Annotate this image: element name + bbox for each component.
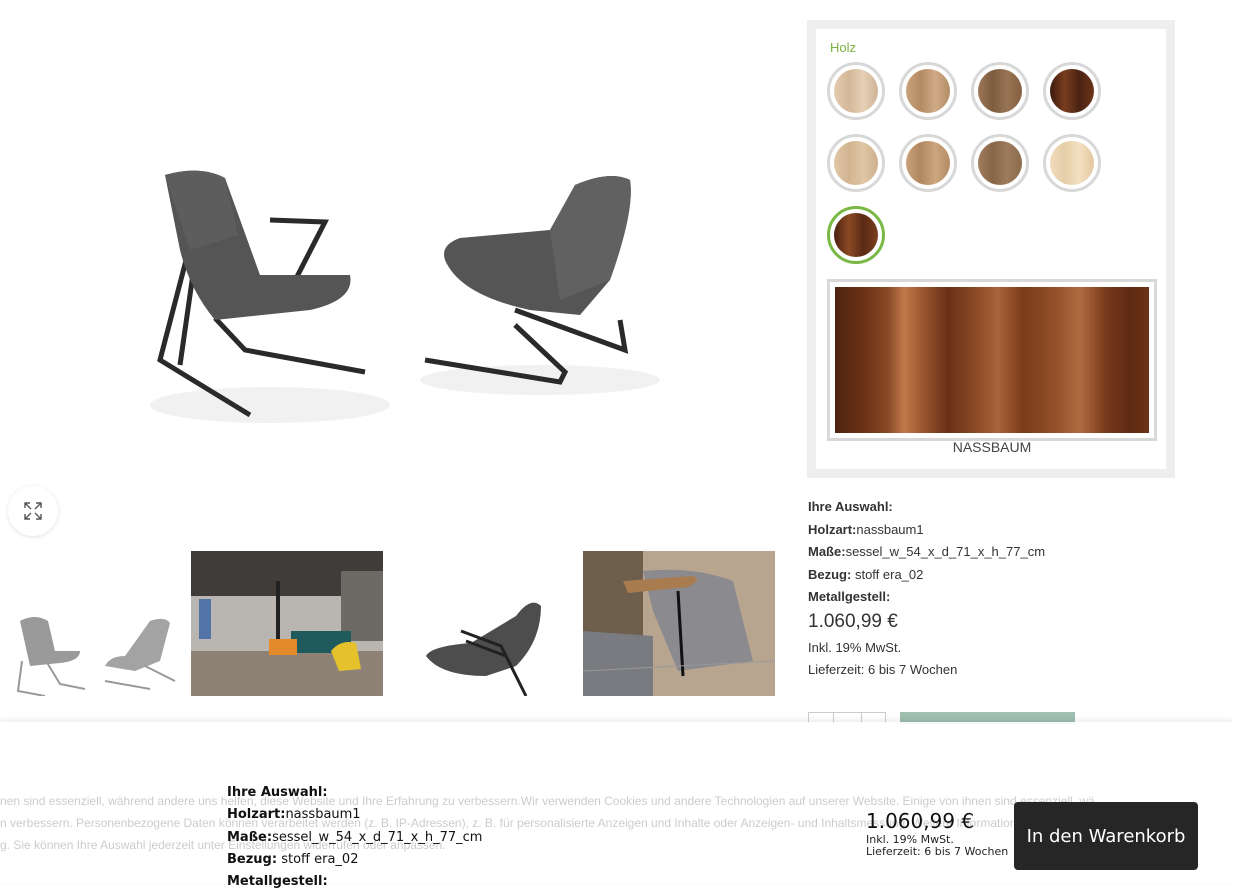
wood-texture-5 — [834, 141, 878, 185]
thumbnail-3[interactable] — [391, 551, 575, 696]
main-product-image — [120, 150, 680, 450]
wood-option-panel: Holz NASSBAUM — [807, 20, 1175, 478]
wood-texture-1 — [834, 69, 878, 113]
sticky-masse-value: sessel_w_54_x_d_71_x_h_77_cm — [272, 829, 483, 845]
thumbnail-2[interactable] — [191, 551, 383, 696]
wood-texture-7 — [978, 141, 1022, 185]
sticky-cart-bar: nen sind essenziell, während andere uns … — [0, 722, 1233, 889]
sticky-delivery-time: Lieferzeit: 6 bis 7 Wochen — [866, 845, 1009, 858]
swatch-eiche-geraeuchert[interactable] — [971, 134, 1029, 192]
sticky-bezug-value: stoff era_02 — [277, 851, 359, 867]
swatch-ahorn[interactable] — [827, 62, 885, 120]
holzart-value: nassbaum1 — [856, 521, 924, 537]
holzart-label: Holzart: — [808, 521, 857, 537]
wood-texture-4 — [1050, 69, 1094, 113]
thumbnail-1[interactable] — [0, 551, 183, 696]
wood-texture-8 — [1050, 141, 1094, 185]
masse-value: sessel_w_54_x_d_71_x_h_77_cm — [845, 544, 1046, 559]
sticky-selection-heading: Ihre Auswahl: — [227, 785, 328, 800]
swatch-nassbaum[interactable] — [827, 206, 885, 264]
wood-preview-texture — [835, 287, 1149, 433]
sticky-selection-summary: Ihre Auswahl: Holzart:nassbaum1 Maße:ses… — [227, 782, 482, 893]
swatch-birke[interactable] — [1043, 134, 1101, 192]
wood-texture-2 — [906, 69, 950, 113]
wood-texture-3 — [978, 69, 1022, 113]
sticky-bezug-label: Bezug: — [227, 851, 278, 867]
sticky-price: 1.060,99 € — [866, 809, 975, 833]
sticky-holzart-value: nassbaum1 — [285, 807, 361, 823]
selection-summary: Ihre Auswahl: Holzart:nassbaum1 Maße:ses… — [808, 496, 1045, 609]
expand-icon — [24, 502, 42, 520]
thumbnail-4[interactable] — [583, 551, 775, 696]
wood-texture-9 — [834, 213, 878, 257]
sticky-metallgestell-label: Metallgestell: — [227, 874, 328, 890]
metallgestell-label: Metallgestell: — [808, 589, 891, 604]
masse-label: Maße: — [808, 544, 846, 559]
bezug-value: stoff era_02 — [851, 566, 924, 582]
wood-group-label: Holz — [830, 40, 857, 55]
wood-preview — [827, 279, 1157, 441]
sticky-masse-label: Maße: — [227, 829, 273, 845]
swatch-eiche-hell[interactable] — [827, 134, 885, 192]
swatch-eiche-dunkel[interactable] — [971, 62, 1029, 120]
zoom-button[interactable] — [8, 486, 58, 536]
delivery-time: Lieferzeit: 6 bis 7 Wochen — [808, 662, 958, 677]
wood-preview-label: NASSBAUM — [952, 439, 1032, 455]
price: 1.060,99 € — [808, 611, 898, 632]
wood-texture-6 — [906, 141, 950, 185]
selection-heading: Ihre Auswahl: — [808, 499, 893, 514]
bezug-label: Bezug: — [808, 566, 852, 582]
swatch-eiche-natur[interactable] — [899, 134, 957, 192]
swatch-nussbaum-dunkel[interactable] — [1043, 62, 1101, 120]
sticky-holzart-label: Holzart: — [227, 807, 286, 823]
tax-note: Inkl. 19% MwSt. — [808, 640, 902, 655]
add-to-cart-button[interactable]: In den Warenkorb — [1014, 802, 1198, 870]
thumbnail-strip — [0, 551, 775, 696]
swatch-esche[interactable] — [899, 62, 957, 120]
